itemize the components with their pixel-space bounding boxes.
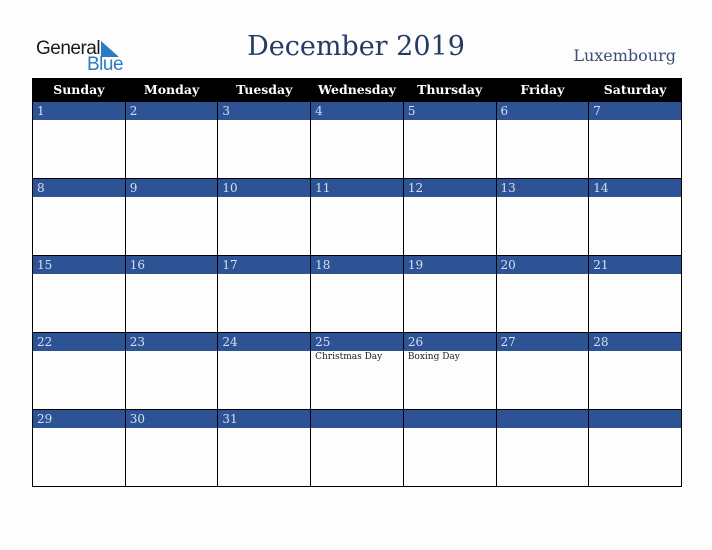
day-cell[interactable]: 28 xyxy=(588,332,682,410)
day-cell[interactable] xyxy=(495,409,590,487)
calendar-grid: Sunday Monday Tuesday Wednesday Thursday… xyxy=(32,78,682,487)
holiday-label: Boxing Day xyxy=(407,352,460,362)
day-cell[interactable]: 14 xyxy=(588,178,682,256)
country-label: Luxembourg xyxy=(573,46,676,65)
day-number: 9 xyxy=(125,179,218,197)
day-number: 30 xyxy=(125,410,218,428)
day-cell[interactable]: 5 xyxy=(402,101,497,179)
weekday-header: Thursday xyxy=(402,78,497,102)
day-cell[interactable]: 31 xyxy=(217,409,312,487)
holiday-label: Christmas Day xyxy=(315,352,383,362)
day-cell[interactable]: 9 xyxy=(124,178,219,256)
day-cell[interactable]: 30 xyxy=(124,409,219,487)
weekday-header: Wednesday xyxy=(310,78,404,102)
day-number: 18 xyxy=(311,256,403,274)
day-number: 13 xyxy=(496,179,589,197)
day-cell[interactable]: 22 xyxy=(32,332,126,410)
day-number: 6 xyxy=(496,102,589,120)
weekday-header: Friday xyxy=(495,78,590,102)
day-cell[interactable]: 15 xyxy=(32,255,126,333)
day-number xyxy=(496,410,589,428)
day-cell[interactable]: 19 xyxy=(402,255,497,333)
day-number: 4 xyxy=(311,102,403,120)
day-cell[interactable]: 18 xyxy=(310,255,404,333)
day-number: 11 xyxy=(311,179,403,197)
day-cell[interactable] xyxy=(588,409,682,487)
day-number: 12 xyxy=(403,179,496,197)
day-number: 3 xyxy=(218,102,311,120)
day-number xyxy=(403,410,496,428)
day-cell[interactable]: 4 xyxy=(310,101,404,179)
day-number: 8 xyxy=(33,179,125,197)
day-number: 14 xyxy=(589,179,681,197)
day-cell[interactable]: 26 Boxing Day xyxy=(402,332,497,410)
day-number: 23 xyxy=(125,333,218,351)
weekday-header: Sunday xyxy=(32,78,126,102)
day-cell[interactable]: 13 xyxy=(495,178,590,256)
day-number xyxy=(311,410,403,428)
weekday-header-row: Sunday Monday Tuesday Wednesday Thursday… xyxy=(32,78,682,102)
day-number: 29 xyxy=(33,410,125,428)
day-cell[interactable]: 6 xyxy=(495,101,590,179)
week-row: 29 30 31 xyxy=(32,409,682,487)
day-cell[interactable]: 29 xyxy=(32,409,126,487)
day-number: 19 xyxy=(403,256,496,274)
week-row: 15 16 17 18 19 20 21 xyxy=(32,255,682,333)
day-number: 28 xyxy=(589,333,681,351)
day-number: 27 xyxy=(496,333,589,351)
day-cell[interactable]: 27 xyxy=(495,332,590,410)
day-cell[interactable]: 12 xyxy=(402,178,497,256)
day-number: 22 xyxy=(33,333,125,351)
day-number: 2 xyxy=(125,102,218,120)
day-cell[interactable]: 25 Christmas Day xyxy=(310,332,404,410)
day-number: 21 xyxy=(589,256,681,274)
weekday-header: Monday xyxy=(124,78,219,102)
day-number: 5 xyxy=(403,102,496,120)
day-cell[interactable]: 20 xyxy=(495,255,590,333)
day-cell[interactable] xyxy=(402,409,497,487)
day-cell[interactable]: 23 xyxy=(124,332,219,410)
day-cell[interactable]: 8 xyxy=(32,178,126,256)
day-number: 1 xyxy=(33,102,125,120)
day-number: 16 xyxy=(125,256,218,274)
day-number: 24 xyxy=(218,333,311,351)
day-cell[interactable]: 17 xyxy=(217,255,312,333)
day-number: 15 xyxy=(33,256,125,274)
day-number: 20 xyxy=(496,256,589,274)
day-cell[interactable]: 24 xyxy=(217,332,312,410)
day-number: 7 xyxy=(589,102,681,120)
day-number: 26 xyxy=(403,333,496,351)
day-number: 10 xyxy=(218,179,311,197)
weekday-header: Saturday xyxy=(588,78,682,102)
weekday-header: Tuesday xyxy=(217,78,312,102)
day-cell[interactable]: 7 xyxy=(588,101,682,179)
day-cell[interactable]: 3 xyxy=(217,101,312,179)
day-cell[interactable] xyxy=(310,409,404,487)
day-number: 25 xyxy=(311,333,403,351)
day-cell[interactable]: 2 xyxy=(124,101,219,179)
day-cell[interactable]: 10 xyxy=(217,178,312,256)
day-number: 31 xyxy=(218,410,311,428)
week-row: 8 9 10 11 12 13 14 xyxy=(32,178,682,256)
day-cell[interactable]: 16 xyxy=(124,255,219,333)
day-number xyxy=(589,410,681,428)
day-cell[interactable]: 21 xyxy=(588,255,682,333)
day-cell[interactable]: 11 xyxy=(310,178,404,256)
day-number: 17 xyxy=(218,256,311,274)
day-cell[interactable]: 1 xyxy=(32,101,126,179)
week-row: 22 23 24 25 Christmas Day 26 Boxing Day 27 28 xyxy=(32,332,682,410)
week-row: 1234567 xyxy=(32,101,682,179)
